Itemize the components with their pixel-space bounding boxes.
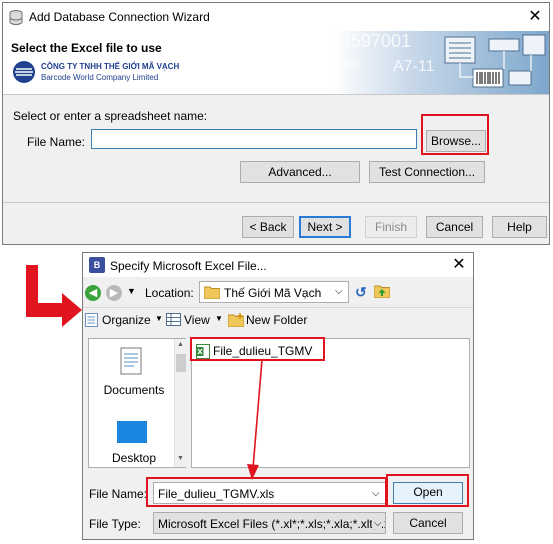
red-pointer-arrow-icon xyxy=(247,359,263,480)
close-icon[interactable]: ✕ xyxy=(525,7,545,27)
wizard-title: Add Database Connection Wizard xyxy=(29,10,210,24)
toolbar-divider xyxy=(83,307,473,308)
refresh-icon[interactable]: ↺ xyxy=(355,284,367,301)
scrollbar-thumb[interactable] xyxy=(176,354,186,372)
back-arrow-icon[interactable]: ◀ xyxy=(85,285,101,301)
wizard-title-bar: Add Database Connection Wizard ✕ xyxy=(3,3,549,31)
next-button-label: Next > xyxy=(307,220,343,234)
wizard-header: Select the Excel file to use CÔNG TY TNH… xyxy=(3,31,549,94)
places-item-desktop[interactable]: Desktop xyxy=(99,451,169,465)
wizard-step-heading: Select the Excel file to use xyxy=(11,41,162,55)
dialog-title-bar: B Specify Microsoft Excel File... ✕ xyxy=(83,253,473,277)
header-divider xyxy=(3,94,549,95)
browse-highlight-box xyxy=(421,114,489,155)
file-name-label: File Name: xyxy=(27,135,86,149)
red-arrow-icon xyxy=(26,265,82,327)
barcode-banner-image: 3597001 A7-11 2006 xyxy=(333,31,549,94)
forward-arrow-icon[interactable]: ▶ xyxy=(106,285,122,301)
organize-icon xyxy=(85,313,98,327)
test-connection-button-label: Test Connection... xyxy=(378,165,476,179)
places-scrollbar[interactable]: ▲ ▼ xyxy=(174,339,187,467)
scroll-down-icon[interactable]: ▼ xyxy=(177,455,184,462)
location-label: Location: xyxy=(145,286,194,300)
open-highlight-box xyxy=(386,474,469,507)
file-type-value: Microsoft Excel Files (*.xl*;*.xls;*.xla… xyxy=(158,517,386,531)
dialog-cancel-button[interactable]: Cancel xyxy=(393,512,463,534)
advanced-button[interactable]: Advanced... xyxy=(240,161,360,183)
banner-code-1: 3597001 xyxy=(341,31,411,51)
dialog-cancel-button-label: Cancel xyxy=(409,516,447,530)
close-icon[interactable]: ✕ xyxy=(449,255,469,275)
folder-icon xyxy=(204,286,220,299)
dialog-title: Specify Microsoft Excel File... xyxy=(110,259,267,273)
help-button-label: Help xyxy=(507,220,532,234)
organize-menu[interactable]: Organize xyxy=(102,313,151,327)
back-button-label: < Back xyxy=(249,220,287,234)
folder-up-icon[interactable] xyxy=(374,284,390,298)
caret-down-icon: ▼ xyxy=(155,314,163,323)
file-type-label: File Type: xyxy=(89,517,141,531)
desktop-icon[interactable] xyxy=(117,421,147,443)
documents-icon[interactable] xyxy=(120,347,142,375)
file-name-label: File Name: xyxy=(89,487,148,501)
test-connection-button[interactable]: Test Connection... xyxy=(369,161,485,183)
help-button[interactable]: Help xyxy=(492,216,547,238)
next-button[interactable]: Next > xyxy=(299,216,351,238)
location-value: Thế Giới Mã Vạch xyxy=(224,286,322,300)
footer-divider xyxy=(3,202,549,203)
chevron-down-icon: ⌵ xyxy=(335,286,343,297)
finish-button-label: Finish xyxy=(374,220,407,234)
file-type-select[interactable]: Microsoft Excel Files (*.xl*;*.xls;*.xla… xyxy=(153,512,386,534)
add-database-connection-wizard: Add Database Connection Wizard ✕ Select … xyxy=(2,2,550,245)
cancel-button-label: Cancel xyxy=(435,220,474,234)
history-dropdown-icon[interactable]: ▼ xyxy=(127,286,136,296)
caret-down-icon: ▼ xyxy=(215,314,223,323)
new-folder-icon xyxy=(228,313,244,327)
scroll-up-icon[interactable]: ▲ xyxy=(177,341,184,348)
location-select[interactable]: Thế Giới Mã Vạch ⌵ xyxy=(199,281,349,303)
finish-button[interactable]: Finish xyxy=(365,216,417,238)
company-name-vn: CÔNG TY TNHH THẾ GIỚI MÃ VẠCH xyxy=(41,62,180,71)
file-name-input[interactable] xyxy=(91,129,417,149)
chevron-down-icon: ⌵ xyxy=(372,518,382,529)
app-icon: B xyxy=(89,257,105,273)
places-panel: Documents Desktop ▲ ▼ xyxy=(88,338,187,468)
banner-year: 2006 xyxy=(343,60,361,69)
spreadsheet-prompt: Select or enter a spreadsheet name: xyxy=(13,109,208,123)
view-menu[interactable]: View xyxy=(184,313,210,327)
company-name-en: Barcode World Company Limited xyxy=(41,73,159,82)
cancel-button[interactable]: Cancel xyxy=(426,216,483,238)
database-icon xyxy=(9,10,23,25)
places-item-documents[interactable]: Documents xyxy=(99,383,169,397)
company-logo-icon xyxy=(13,61,35,83)
banner-code-2: A7-11 xyxy=(393,58,435,75)
advanced-button-label: Advanced... xyxy=(268,165,332,179)
view-icon xyxy=(166,313,181,326)
back-button[interactable]: < Back xyxy=(242,216,294,238)
new-folder-button[interactable]: New Folder xyxy=(246,313,307,327)
